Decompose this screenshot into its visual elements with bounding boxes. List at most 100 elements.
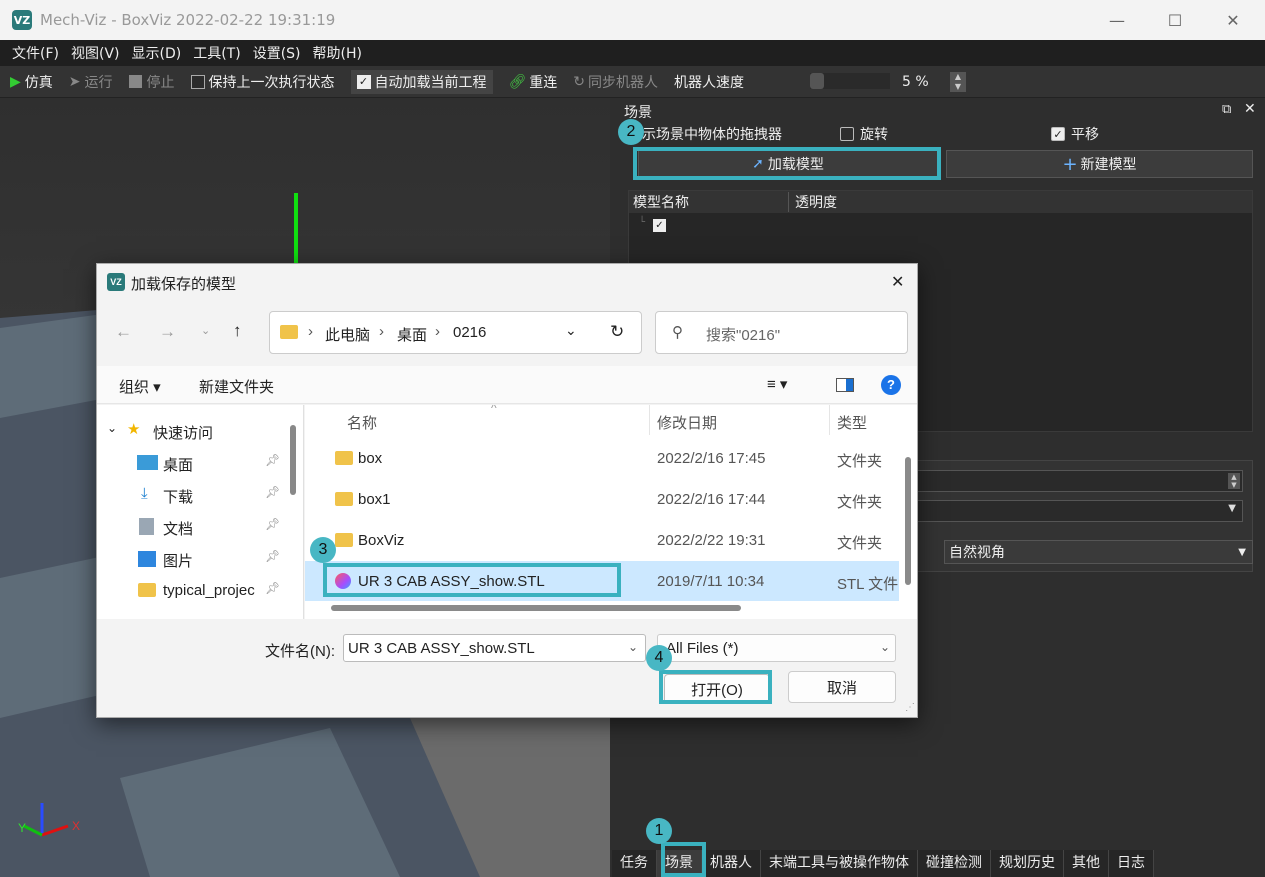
chevron-down-icon: ⌄ xyxy=(628,640,639,654)
rotate-checkbox[interactable]: 旋转 xyxy=(840,124,888,144)
nav-desktop[interactable]: 桌面 xyxy=(163,454,193,475)
tab-collision[interactable]: 碰撞检测 xyxy=(918,850,991,877)
tab-other[interactable]: 其他 xyxy=(1064,850,1109,877)
maximize-button[interactable]: ☐ xyxy=(1146,0,1204,40)
link-icon: 🔗︎ xyxy=(508,73,527,90)
close-window-button[interactable]: ✕ xyxy=(1204,0,1262,40)
history-dropdown-icon[interactable]: ⌄ xyxy=(565,322,577,339)
col-date[interactable]: 修改日期 xyxy=(657,412,717,433)
forward-arrow-icon[interactable]: → xyxy=(159,322,176,342)
col-type[interactable]: 类型 xyxy=(837,412,867,433)
sync-robot-button[interactable]: ↻ 同步机器人 xyxy=(573,72,658,92)
float-panel-icon[interactable]: ⧉ xyxy=(1222,102,1231,117)
menu-display[interactable]: 显示(D) xyxy=(132,43,182,63)
desktop-icon xyxy=(137,455,158,470)
sort-ascending-icon: ^ xyxy=(491,405,497,415)
vertical-scrollbar[interactable] xyxy=(905,457,911,585)
svg-text:Y: Y xyxy=(18,821,26,835)
slider-handle[interactable] xyxy=(810,73,824,89)
file-row[interactable]: box1 2022/2/16 17:44 文件夹 xyxy=(305,479,899,519)
nav-scrollbar[interactable] xyxy=(290,425,296,495)
expand-chevron-icon[interactable]: ⌄ xyxy=(107,421,117,435)
address-bar[interactable]: › 此电脑 › 桌面 › 0216 ⌄ ↻ xyxy=(269,311,642,354)
file-row[interactable]: box 2022/2/16 17:45 文件夹 xyxy=(305,438,899,478)
cancel-button[interactable]: 取消 xyxy=(788,671,896,703)
reconnect-button[interactable]: 🔗︎ 重连 xyxy=(509,72,558,92)
pin-icon: 📌︎ xyxy=(265,453,281,467)
back-arrow-icon[interactable]: ← xyxy=(115,322,132,342)
star-icon: ★ xyxy=(127,421,141,438)
view-angle-select[interactable]: 自然视角 ▼ xyxy=(944,540,1253,564)
refresh-icon[interactable]: ↻ xyxy=(610,322,624,342)
view-options-icon[interactable]: ≡ ▾ xyxy=(767,375,787,393)
robot-speed-label: 机器人速度 xyxy=(674,74,745,91)
translate-checkbox[interactable]: ✓ 平移 xyxy=(1051,124,1099,144)
speed-value: 5 % xyxy=(902,74,929,90)
nav-quick-access[interactable]: 快速访问 xyxy=(153,422,213,443)
new-folder-button[interactable]: 新建文件夹 xyxy=(199,376,274,397)
minimize-button[interactable]: — xyxy=(1088,0,1146,40)
svg-text:X: X xyxy=(72,819,80,833)
file-row[interactable]: BoxViz 2022/2/22 19:31 文件夹 xyxy=(305,520,899,560)
nav-downloads[interactable]: 下载 xyxy=(163,486,193,507)
robot-speed-slider[interactable] xyxy=(810,73,890,89)
keep-state-checkbox[interactable]: 保持上一次执行状态 xyxy=(190,72,335,92)
search-icon: ⚲ xyxy=(672,324,683,341)
menu-view[interactable]: 视图(V) xyxy=(71,43,120,63)
tab-task[interactable]: 任务 xyxy=(612,850,657,877)
tab-robot[interactable]: 机器人 xyxy=(702,850,761,877)
nav-typical-project[interactable]: typical_projec xyxy=(163,582,255,599)
model-visible-checkbox[interactable]: ✓ xyxy=(653,219,666,232)
pictures-icon xyxy=(138,551,156,567)
play-icon: ▶ xyxy=(10,73,21,90)
simulate-button[interactable]: ▶ 仿真 xyxy=(10,72,53,92)
new-model-button[interactable]: + 新建模型 xyxy=(946,150,1253,178)
breadcrumb-desktop[interactable]: 桌面 xyxy=(397,324,427,345)
folder-icon xyxy=(335,451,353,465)
nav-documents[interactable]: 文档 xyxy=(163,518,193,539)
show-draggers-label[interactable]: 示场景中物体的拖拽器 xyxy=(642,124,782,144)
col-name[interactable]: 名称 xyxy=(347,412,377,433)
checkbox-checked-icon: ✓ xyxy=(356,74,371,89)
tab-end-tool[interactable]: 末端工具与被操作物体 xyxy=(761,850,918,877)
menu-file[interactable]: 文件(F) xyxy=(12,43,59,63)
up-arrow-icon[interactable]: ↑ xyxy=(233,321,242,341)
chevron-down-icon: ▼ xyxy=(1238,546,1246,558)
auto-load-checkbox[interactable]: ✓ 自动加载当前工程 xyxy=(350,69,493,94)
col-model-name[interactable]: 模型名称 xyxy=(629,192,789,212)
col-opacity[interactable]: 透明度 xyxy=(789,192,837,212)
stop-button[interactable]: 停止 xyxy=(128,72,175,92)
search-placeholder: 搜索"0216" xyxy=(706,327,781,344)
resize-grip-icon[interactable]: ⋰ xyxy=(905,702,915,713)
menu-bar: 文件(F) 视图(V) 显示(D) 工具(T) 设置(S) 帮助(H) xyxy=(0,40,1265,66)
speed-spinner[interactable]: ▲ ▼ xyxy=(950,72,966,92)
dialog-close-button[interactable]: ✕ xyxy=(891,272,904,292)
breadcrumb-0216[interactable]: 0216 xyxy=(453,324,486,341)
menu-tools[interactable]: 工具(T) xyxy=(193,43,240,63)
breadcrumb-pc[interactable]: 此电脑 xyxy=(325,324,370,345)
preview-pane-icon[interactable] xyxy=(836,378,854,392)
close-panel-icon[interactable]: ✕ xyxy=(1244,101,1256,117)
tab-plan-history[interactable]: 规划历史 xyxy=(991,850,1064,877)
download-icon: ⤓ xyxy=(141,485,148,502)
sync-icon: ↻ xyxy=(573,73,586,90)
filename-input[interactable]: UR 3 CAB ASSY_show.STL ⌄ xyxy=(343,634,646,662)
tree-branch: └ xyxy=(639,217,646,228)
step-badge-1: 1 xyxy=(646,818,672,844)
horizontal-scrollbar[interactable] xyxy=(331,605,741,611)
search-input[interactable]: ⚲ 搜索"0216" xyxy=(655,311,908,354)
menu-settings[interactable]: 设置(S) xyxy=(253,43,301,63)
checkbox-icon xyxy=(190,74,205,89)
nav-pictures[interactable]: 图片 xyxy=(163,550,193,571)
help-icon[interactable]: ? xyxy=(881,375,901,395)
recent-chevron-icon[interactable]: ⌄ xyxy=(201,324,210,337)
tab-log[interactable]: 日志 xyxy=(1109,850,1154,877)
file-type-select[interactable]: All Files (*) ⌄ xyxy=(657,634,896,662)
organize-button[interactable]: 组织 ▾ xyxy=(119,376,161,397)
run-button[interactable]: ➤ 运行 xyxy=(69,72,113,92)
app-logo-icon: VZ xyxy=(12,10,32,30)
highlight-load-model xyxy=(633,147,941,180)
navigation-pane: ⌄ ★ 快速访问 桌面 ⤓ 下载 文档 图片 typical_projec 📌︎… xyxy=(97,405,304,619)
pin-icon: 📌︎ xyxy=(265,517,281,531)
menu-help[interactable]: 帮助(H) xyxy=(313,43,362,63)
